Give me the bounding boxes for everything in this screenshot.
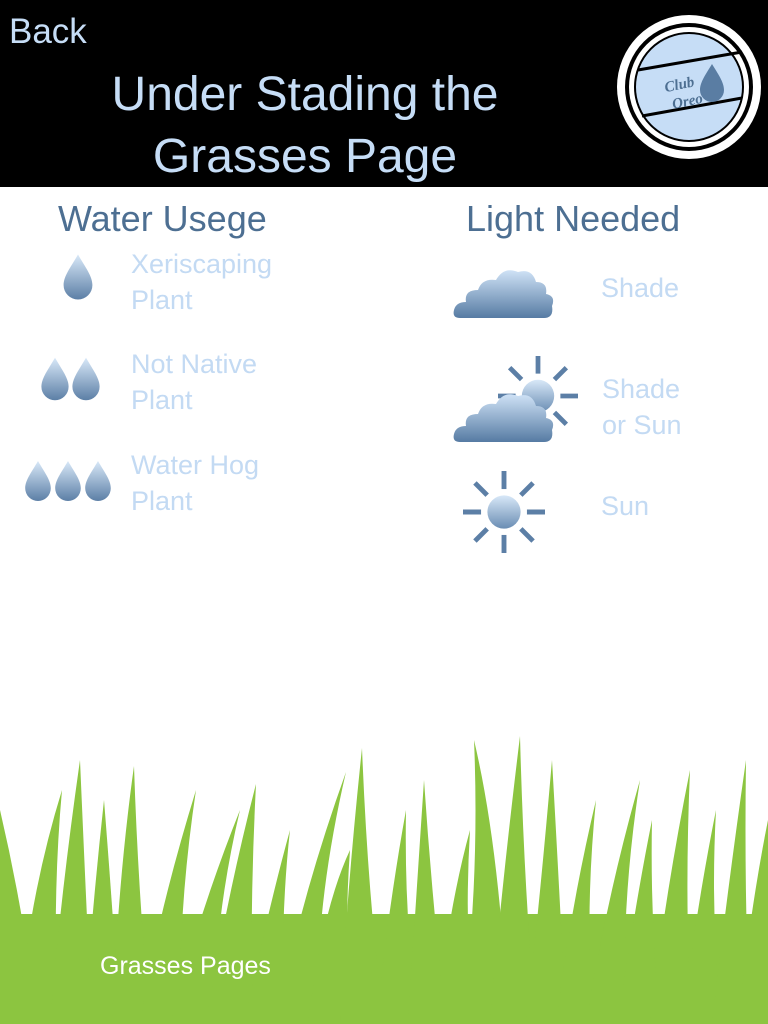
light-item-shade: Shade bbox=[601, 270, 679, 306]
header-bar: Back Under Stading the Grasses Page Club… bbox=[0, 0, 768, 187]
cloud-icon bbox=[453, 270, 554, 318]
light-item-label-line-1: Sun bbox=[601, 491, 650, 521]
light-item-label-line-1: Shade bbox=[601, 273, 680, 303]
water-item-label-line-1: Water Hog bbox=[131, 450, 260, 480]
light-item-shade-or-sun: Shade or Sun bbox=[602, 371, 682, 443]
light-needed-title: Light Needed bbox=[466, 198, 681, 239]
page-title-line-2: Grasses Page bbox=[152, 130, 458, 183]
water-item-label-line-1: Not Native bbox=[131, 349, 258, 379]
club-oreo-logo: Club Oreo bbox=[617, 15, 761, 159]
water-item-not-native: Not Native Plant bbox=[131, 346, 257, 418]
cloud-sun-icon bbox=[453, 356, 582, 442]
one-drop-icon bbox=[63, 254, 93, 300]
water-usage-title: Water Usege bbox=[58, 198, 267, 239]
back-button[interactable]: Back bbox=[9, 12, 87, 52]
light-item-sun: Sun bbox=[601, 488, 649, 524]
water-item-xeriscaping: Xeriscaping Plant bbox=[131, 246, 272, 318]
water-item-label-line-2: Plant bbox=[131, 385, 193, 415]
water-item-water-hog: Water Hog Plant bbox=[131, 447, 259, 519]
light-item-label-line-2: or Sun bbox=[602, 410, 682, 440]
page-title: Under Stading the Grasses Page bbox=[40, 64, 570, 188]
page-title-line-1: Under Stading the bbox=[111, 68, 499, 121]
light-item-label-line-1: Shade bbox=[602, 374, 681, 404]
two-drops-icon bbox=[41, 357, 100, 401]
water-item-label-line-2: Plant bbox=[131, 486, 193, 516]
water-item-label-line-1: Xeriscaping bbox=[131, 249, 273, 279]
grasses-pages-link[interactable]: Grasses Pages bbox=[100, 952, 271, 981]
water-item-label-line-2: Plant bbox=[131, 285, 193, 315]
three-drops-icon bbox=[25, 461, 111, 501]
sun-icon bbox=[463, 471, 547, 555]
